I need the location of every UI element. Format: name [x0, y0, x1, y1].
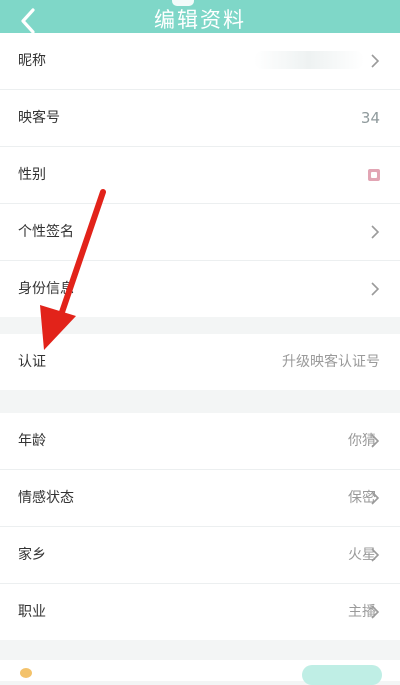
- chevron-right-icon: [371, 491, 380, 505]
- decorative-icon: [20, 668, 32, 678]
- chevron-right-icon: [371, 548, 380, 562]
- profile-group: 昵称 映客号 34 性别 个性签名 身份信息: [0, 33, 400, 317]
- verification-group: 认证 升级映客认证号: [0, 334, 400, 390]
- chevron-right-icon: [371, 54, 380, 68]
- verification-value: 升级映客认证号: [282, 354, 380, 370]
- row-hometown[interactable]: 家乡 火星: [0, 527, 400, 584]
- row-inke-id[interactable]: 映客号 34: [0, 90, 400, 147]
- row-label: 映客号: [18, 110, 60, 126]
- gender-icon: [368, 169, 380, 181]
- nickname-value-blurred: [254, 51, 364, 69]
- row-label: 年龄: [18, 433, 46, 449]
- chevron-right-icon: [371, 225, 380, 239]
- row-identity-info[interactable]: 身份信息: [0, 261, 400, 317]
- row-signature[interactable]: 个性签名: [0, 204, 400, 261]
- row-label: 情感状态: [18, 490, 74, 506]
- row-verification[interactable]: 认证 升级映客认证号: [0, 334, 400, 390]
- row-gender[interactable]: 性别: [0, 147, 400, 204]
- inke-id-value: 34: [360, 109, 380, 127]
- row-label: 昵称: [18, 53, 46, 69]
- row-relationship[interactable]: 情感状态 保密: [0, 470, 400, 527]
- page-title: 编辑资料: [154, 8, 246, 32]
- action-button-partial[interactable]: [302, 665, 382, 685]
- chevron-right-icon: [371, 282, 380, 296]
- row-occupation[interactable]: 职业 主播: [0, 584, 400, 640]
- row-label: 个性签名: [18, 224, 74, 240]
- row-label: 职业: [18, 604, 46, 620]
- row-label: 身份信息: [18, 281, 74, 297]
- row-label: 家乡: [18, 547, 46, 563]
- personal-group: 年龄 你猜 情感状态 保密 家乡 火星 职业 主播: [0, 413, 400, 640]
- chevron-right-icon: [371, 434, 380, 448]
- row-age[interactable]: 年龄 你猜: [0, 413, 400, 470]
- chevron-right-icon: [371, 605, 380, 619]
- row-label: 认证: [18, 354, 46, 370]
- row-label: 性别: [18, 167, 46, 183]
- row-nickname[interactable]: 昵称: [0, 33, 400, 90]
